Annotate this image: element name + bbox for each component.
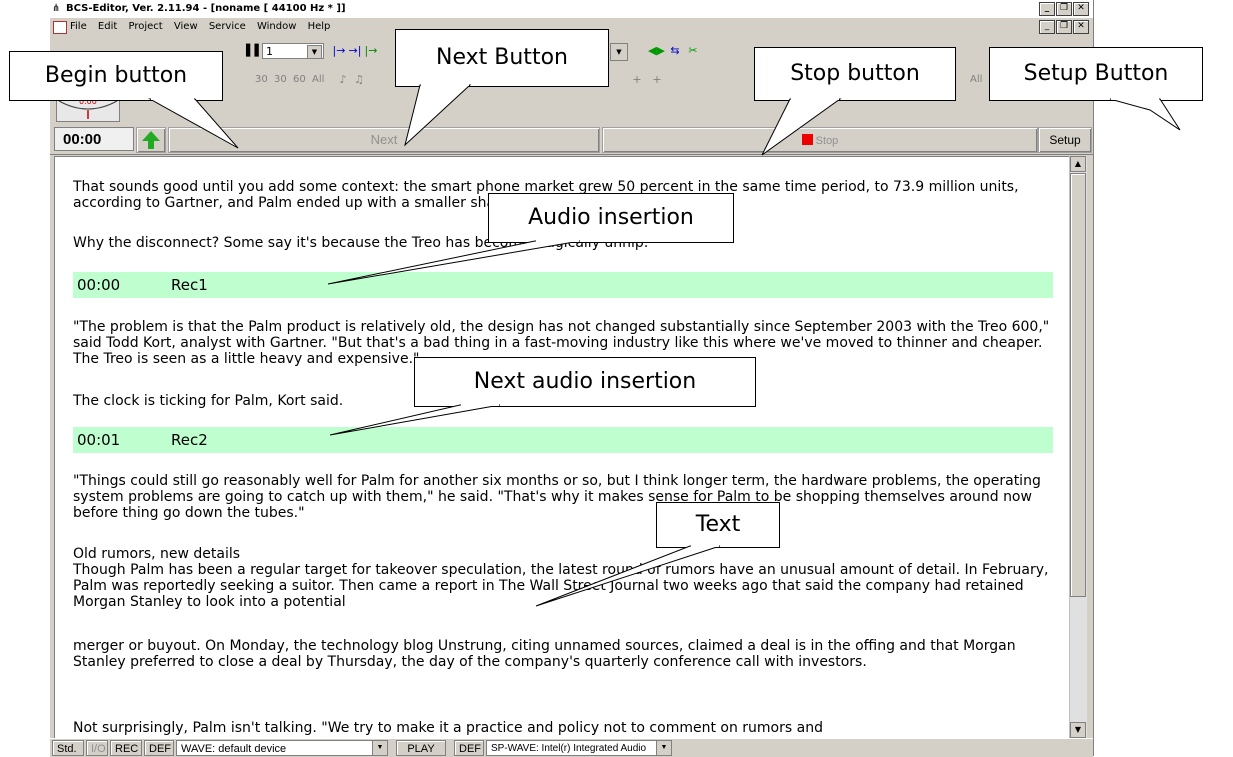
setup-button[interactable]: Setup — [1038, 127, 1092, 153]
go-start-icon[interactable]: |→ — [332, 44, 346, 58]
app-icon: ⋔ — [52, 3, 61, 14]
play-device-select[interactable]: SP-WAVE: Intel(r) Integrated Audio ▼ — [486, 740, 672, 756]
text-editor[interactable]: That sounds good until you add some cont… — [54, 156, 1071, 740]
paragraph-6: Old rumors, new details Though Palm has … — [73, 546, 1049, 610]
stop-icon — [801, 134, 813, 145]
menu-view[interactable]: View — [174, 18, 198, 35]
maximize-button[interactable]: ❐ — [1056, 2, 1072, 16]
next-button[interactable]: Next — [168, 127, 600, 153]
plus-icon[interactable]: + — [630, 73, 644, 87]
recording-insertion-2[interactable]: 00:01 Rec2 — [73, 427, 1053, 453]
play-def-button[interactable]: DEF — [454, 740, 484, 756]
menu-service[interactable]: Service — [209, 18, 246, 35]
paragraph-8: Not surprisingly, Palm isn't talking. "W… — [73, 720, 823, 736]
window-title: BCS-Editor, Ver. 2.11.94 - [noname [ 441… — [66, 3, 346, 14]
speaker-icon[interactable]: ♪ — [336, 73, 350, 87]
document-window-controls: _ ❐ ✕ — [1039, 20, 1089, 34]
recording-time: 00:01 — [77, 431, 121, 449]
play-label: PLAY — [396, 740, 446, 756]
menu-file[interactable]: File — [70, 18, 87, 35]
zoom-30-b[interactable]: 30 — [274, 74, 287, 85]
plus-alt-icon[interactable]: + — [650, 73, 664, 87]
paragraph-5: "Things could still go reasonably well f… — [73, 473, 1046, 521]
recording-name: Rec1 — [171, 276, 208, 294]
zoom-60[interactable]: 60 — [293, 74, 306, 85]
document-icon — [53, 21, 67, 34]
recording-time: 00:00 — [77, 276, 121, 294]
menu-help[interactable]: Help — [308, 18, 331, 35]
transport-bar: 00:00 Next Stop Setup — [50, 124, 1093, 155]
callout-text: Text — [656, 502, 780, 548]
cut-icon[interactable]: ✂ — [686, 44, 700, 58]
go-next-icon[interactable]: |→ — [364, 44, 378, 58]
chevron-down-icon: ▼ — [372, 741, 387, 755]
right-zoom-all[interactable]: All — [970, 74, 982, 85]
pause-icon[interactable]: ▌▌ — [246, 44, 263, 58]
play-pair-icon[interactable]: ◀▶ — [648, 44, 665, 58]
scroll-up-icon[interactable]: ▲ — [1070, 156, 1086, 172]
record-device-select[interactable]: WAVE: default device ▼ — [176, 740, 388, 756]
std-button[interactable]: Std. — [52, 740, 84, 756]
record-device-value: WAVE: default device — [181, 743, 287, 755]
track-selector-value: 1 — [266, 45, 273, 58]
menu-edit[interactable]: Edit — [98, 18, 117, 35]
zoom-selector[interactable]: ▼ — [610, 43, 628, 61]
rec-label: REC — [110, 740, 142, 756]
close-button[interactable]: ✕ — [1073, 2, 1089, 16]
window-controls: _ ❐ ✕ — [1039, 2, 1089, 16]
scroll-down-icon[interactable]: ▼ — [1070, 722, 1086, 738]
minimize-button[interactable]: _ — [1039, 2, 1055, 16]
menu-window[interactable]: Window — [257, 18, 296, 35]
io-button[interactable]: I/O — [86, 740, 108, 756]
time-display: 00:00 — [54, 127, 134, 151]
callout-begin-button: Begin button — [9, 51, 223, 101]
doc-maximize-button[interactable]: ❐ — [1056, 20, 1072, 34]
chevron-down-icon: ▼ — [307, 45, 322, 59]
stop-label: Stop — [815, 135, 839, 147]
status-bar: Std. I/O REC DEF WAVE: default device ▼ … — [50, 738, 1093, 757]
scroll-thumb[interactable] — [1070, 173, 1086, 597]
setup-pointer — [1109, 98, 1181, 131]
title-bar: ⋔ BCS-Editor, Ver. 2.11.94 - [noname [ 4… — [50, 0, 1093, 18]
callout-stop-button: Stop button — [754, 47, 956, 101]
callout-audio-insertion: Audio insertion — [488, 193, 734, 243]
menu-project[interactable]: Project — [128, 18, 162, 35]
stop-button[interactable]: Stop — [602, 127, 1038, 153]
track-selector[interactable]: 1 ▼ — [262, 43, 324, 59]
begin-button[interactable] — [136, 127, 166, 153]
go-mark-icon[interactable]: →| — [348, 44, 362, 58]
play-device-value: SP-WAVE: Intel(r) Integrated Audio — [491, 743, 647, 754]
paragraph-7: merger or buyout. On Monday, the technol… — [73, 638, 1021, 670]
recording-name: Rec2 — [171, 431, 208, 449]
recording-insertion-1[interactable]: 00:00 Rec1 — [73, 272, 1053, 298]
doc-minimize-button[interactable]: _ — [1039, 20, 1055, 34]
speaker-off-icon[interactable]: ♫ — [352, 73, 366, 87]
zoom-all[interactable]: All — [312, 74, 324, 85]
vertical-scrollbar[interactable]: ▲ ▼ — [1069, 156, 1087, 738]
loop-icon[interactable]: ⇆ — [668, 44, 682, 58]
zoom-30-a[interactable]: 30 — [255, 74, 268, 85]
callout-setup-button: Setup Button — [989, 47, 1203, 101]
chevron-down-icon: ▼ — [656, 741, 671, 755]
doc-close-button[interactable]: ✕ — [1073, 20, 1089, 34]
callout-next-button: Next Button — [395, 29, 609, 87]
up-arrow-icon — [142, 131, 160, 149]
rec-def-button[interactable]: DEF — [144, 740, 174, 756]
callout-next-audio-insertion: Next audio insertion — [414, 357, 756, 407]
